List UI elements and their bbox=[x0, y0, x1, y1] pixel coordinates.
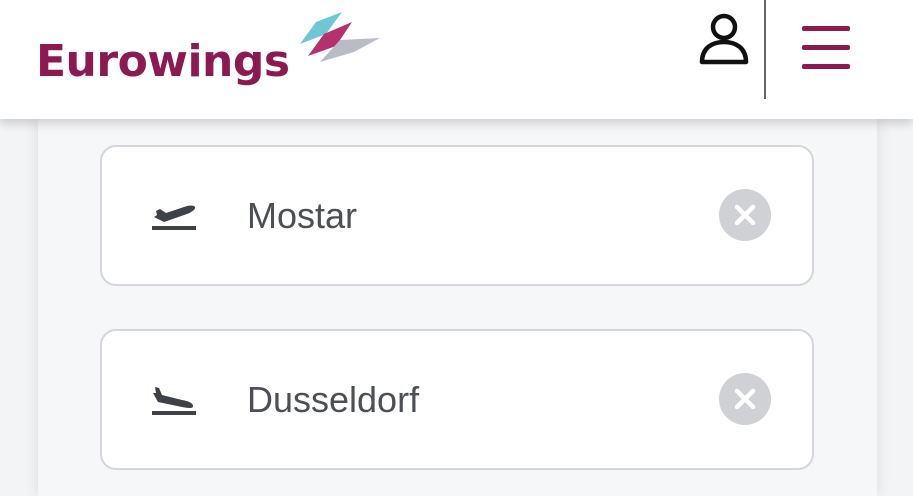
logo-text: Eurowings bbox=[36, 36, 290, 87]
user-icon bbox=[699, 13, 749, 65]
origin-value: Mostar bbox=[247, 195, 358, 236]
clear-destination-button[interactable] bbox=[719, 373, 771, 425]
origin-field[interactable]: Mostar bbox=[100, 145, 814, 286]
profile-button[interactable] bbox=[692, 10, 756, 72]
site-header: Eurowings bbox=[0, 0, 913, 119]
clear-origin-button[interactable] bbox=[719, 189, 771, 241]
eurowings-logo[interactable]: Eurowings bbox=[36, 12, 380, 94]
destination-field[interactable]: Dusseldorf bbox=[100, 329, 814, 470]
header-divider bbox=[764, 0, 766, 99]
clear-icon bbox=[734, 204, 756, 226]
clear-icon bbox=[734, 388, 756, 410]
plane-arrival-icon bbox=[152, 387, 196, 415]
plane-departure-icon bbox=[152, 205, 196, 230]
destination-value: Dusseldorf bbox=[247, 379, 420, 420]
hamburger-menu-icon bbox=[802, 26, 850, 69]
logo-wings-icon bbox=[300, 12, 380, 62]
menu-button[interactable] bbox=[796, 22, 856, 74]
